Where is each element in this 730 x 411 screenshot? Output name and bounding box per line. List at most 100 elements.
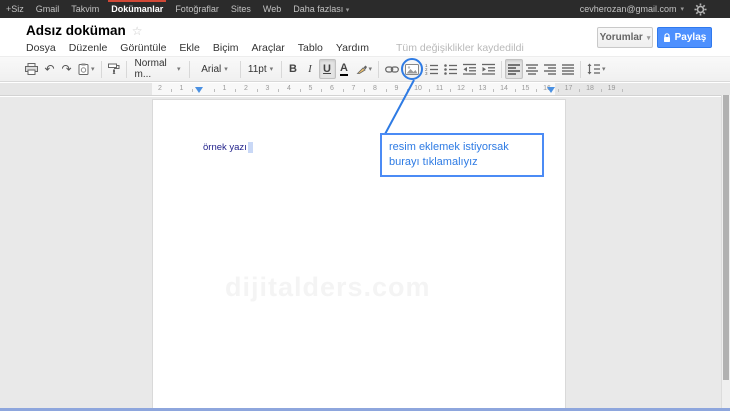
chevron-down-icon: ▾ — [647, 34, 651, 42]
bold-button[interactable]: B — [285, 59, 302, 79]
text-color-button[interactable]: A — [336, 59, 353, 79]
insert-link-button[interactable] — [382, 59, 402, 79]
chevron-down-icon: ▾ — [680, 5, 684, 13]
ruler-number: 1 — [180, 85, 184, 92]
align-justify-icon — [562, 64, 574, 75]
align-justify-button[interactable] — [559, 59, 577, 79]
image-icon — [405, 64, 419, 75]
ruler-number: 18 — [586, 85, 594, 92]
topbar-item-gmail[interactable]: Gmail — [30, 0, 66, 18]
topbar-item-plus-you[interactable]: +Siz — [0, 0, 30, 18]
topbar-item-sites[interactable]: Sites — [225, 0, 257, 18]
ruler-number: 2 — [158, 85, 162, 92]
font-value: Arial — [201, 64, 221, 75]
menu-insert[interactable]: Ekle — [179, 42, 199, 54]
print-button[interactable] — [22, 59, 41, 79]
styles-value: Normal m... — [135, 58, 174, 80]
numbered-list-button[interactable]: 1 2 3 — [422, 59, 441, 79]
toolbar-separator — [126, 61, 127, 78]
google-docs-window: +Siz Gmail Takvim Dokümanlar Fotoğraflar… — [0, 0, 730, 411]
underline-button[interactable]: U — [319, 59, 336, 79]
topbar-item-web[interactable]: Web — [257, 0, 287, 18]
ruler-tick — [536, 89, 537, 92]
left-indent-marker[interactable] — [195, 87, 203, 96]
document-title[interactable]: Adsız doküman — [26, 23, 126, 38]
align-left-button[interactable] — [505, 59, 523, 79]
svg-text:3: 3 — [425, 71, 428, 75]
settings-gear-button[interactable] — [692, 1, 708, 17]
toolbar-separator — [281, 61, 282, 78]
ruler-tick — [257, 89, 258, 92]
highlight-pen-icon — [356, 64, 367, 75]
ruler-tick — [278, 89, 279, 92]
chevron-down-icon: ▾ — [346, 7, 350, 14]
menu-tools[interactable]: Araçlar — [252, 42, 285, 54]
vertical-scrollbar[interactable] — [721, 95, 730, 408]
menu-help[interactable]: Yardım — [336, 42, 369, 54]
document-canvas: örnek yazı dijitalders.com — [0, 97, 730, 408]
undo-button[interactable]: ↶ — [41, 59, 58, 79]
chevron-down-icon: ▾ — [177, 65, 181, 73]
toolbar-separator — [189, 61, 190, 78]
menu-table[interactable]: Tablo — [298, 42, 323, 54]
ruler-tick — [300, 89, 301, 92]
font-size-dropdown[interactable]: 11pt ▾ — [244, 59, 278, 79]
ruler-tick — [192, 89, 193, 92]
redo-button[interactable]: ↷ — [58, 59, 75, 79]
document-header: Adsız doküman ☆ Dosya Düzenle Görüntüle … — [0, 18, 730, 56]
share-button[interactable]: Paylaş — [657, 27, 712, 48]
save-status: Tüm değişiklikler kaydedildi — [396, 42, 524, 54]
ruler-number: 19 — [608, 85, 616, 92]
ruler-number: 9 — [395, 85, 399, 92]
paint-format-button[interactable] — [105, 59, 123, 79]
ruler-number: 14 — [500, 85, 508, 92]
menu-file[interactable]: Dosya — [26, 42, 56, 54]
insert-image-button[interactable] — [402, 59, 422, 79]
align-center-button[interactable] — [523, 59, 541, 79]
clipboard-icon — [78, 63, 89, 75]
menu-format[interactable]: Biçim — [213, 42, 239, 54]
google-top-bar: +Siz Gmail Takvim Dokümanlar Fotoğraflar… — [0, 0, 730, 18]
document-text-line: örnek yazı — [203, 142, 253, 153]
bulleted-list-button[interactable] — [441, 59, 460, 79]
italic-button[interactable]: I — [302, 59, 319, 79]
topbar-item-photos[interactable]: Fotoğraflar — [169, 0, 225, 18]
ruler-number: 3 — [266, 85, 270, 92]
menu-view[interactable]: Görüntüle — [120, 42, 166, 54]
account-email: cevherozan@gmail.com — [580, 4, 677, 14]
align-right-icon — [544, 64, 556, 75]
toolbar-separator — [501, 61, 502, 78]
topbar-item-more[interactable]: Daha fazlası ▾ — [287, 0, 355, 18]
comments-button[interactable]: Yorumlar ▾ — [597, 27, 653, 48]
line-spacing-button[interactable]: ▾ — [584, 59, 609, 79]
topbar-item-calendar[interactable]: Takvim — [65, 0, 105, 18]
account-menu[interactable]: cevherozan@gmail.com ▾ — [580, 4, 692, 14]
ruler-tick — [558, 89, 559, 92]
scrollbar-thumb[interactable] — [723, 95, 729, 380]
outdent-icon — [463, 63, 476, 75]
decrease-indent-button[interactable] — [460, 59, 479, 79]
font-dropdown[interactable]: Arial ▾ — [193, 59, 237, 79]
web-clipboard-button[interactable]: ▾ — [75, 59, 98, 79]
align-center-icon — [526, 64, 538, 75]
ruler-number: 2 — [244, 85, 248, 92]
callout-text: resim eklemek istiyorsak burayı tıklamal… — [389, 141, 509, 168]
print-icon — [25, 63, 38, 75]
increase-indent-button[interactable] — [479, 59, 498, 79]
lock-icon — [663, 33, 671, 43]
highlight-color-button[interactable]: ▾ — [353, 59, 376, 79]
ruler-number: 1 — [223, 85, 227, 92]
star-icon[interactable]: ☆ — [132, 25, 143, 37]
share-label: Paylaş — [675, 32, 707, 43]
redo-icon: ↷ — [61, 63, 71, 75]
topbar-item-documents[interactable]: Dokümanlar — [105, 0, 169, 18]
ruler-number: 15 — [522, 85, 530, 92]
styles-dropdown[interactable]: Normal m... ▾ — [130, 59, 186, 79]
undo-icon: ↶ — [44, 63, 54, 75]
ruler-tick — [386, 89, 387, 92]
menu-edit[interactable]: Düzenle — [69, 42, 108, 54]
ruler-tick — [407, 89, 408, 92]
right-indent-marker[interactable] — [547, 87, 555, 96]
ruler-tick — [450, 89, 451, 92]
align-right-button[interactable] — [541, 59, 559, 79]
